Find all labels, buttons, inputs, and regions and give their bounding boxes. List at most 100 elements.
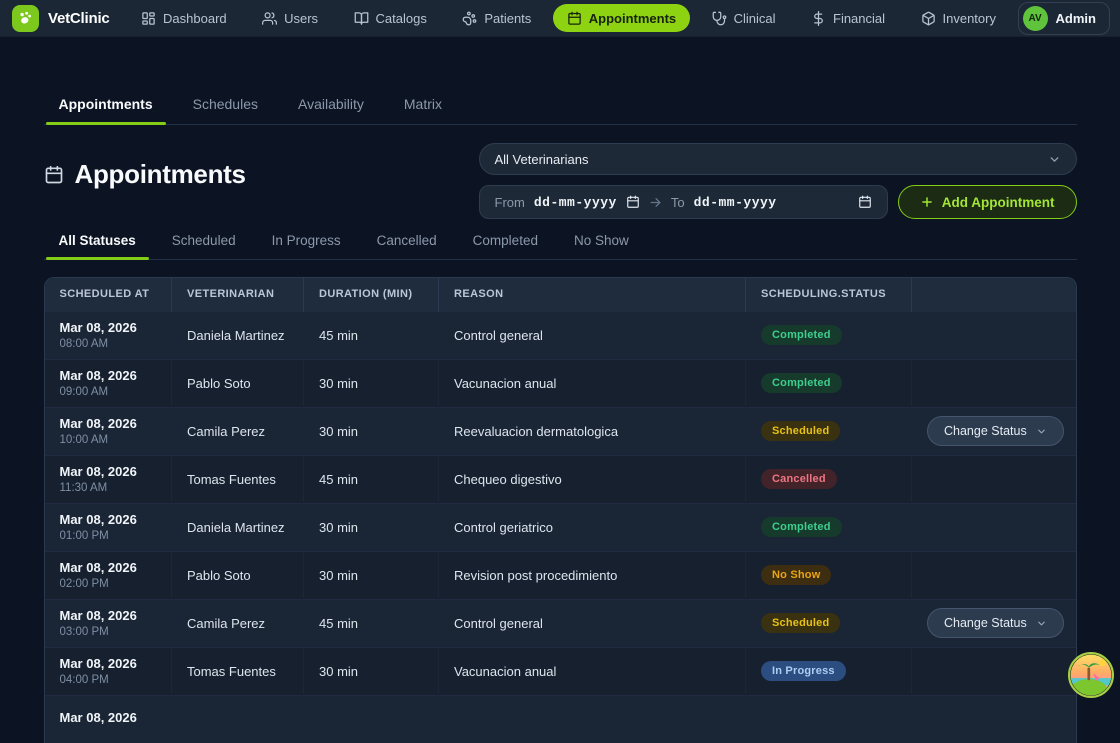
nav-item-label: Dashboard bbox=[163, 11, 227, 26]
status-cell: No Show bbox=[746, 551, 912, 599]
from-date-input[interactable]: dd-mm-yyyy bbox=[534, 195, 617, 210]
section-tab-label: Appointments bbox=[59, 96, 153, 112]
status-cell bbox=[746, 695, 912, 743]
nav-item[interactable]: Patients bbox=[448, 4, 545, 32]
page-title: Appointments bbox=[75, 159, 246, 190]
reason-cell: Control geriatrico bbox=[439, 503, 746, 551]
status-badge: Completed bbox=[761, 373, 842, 393]
table-row: Mar 08, 2026 04:00 PM Tomas Fuentes 30 m… bbox=[45, 647, 1076, 695]
to-label: To bbox=[671, 195, 685, 210]
reason-cell: Control general bbox=[439, 599, 746, 647]
change-status-button[interactable]: Change Status bbox=[927, 416, 1064, 446]
duration-cell: 45 min bbox=[304, 311, 439, 359]
status-badge: Completed bbox=[761, 517, 842, 537]
actions-cell: Change Status bbox=[912, 599, 1076, 647]
status-tab-label: All Statuses bbox=[59, 233, 136, 248]
table-row: Mar 08, 2026 03:00 PM Camila Perez 45 mi… bbox=[45, 599, 1076, 647]
column-header: SCHEDULED AT bbox=[45, 278, 172, 311]
actions-cell bbox=[912, 647, 1076, 695]
appointment-date: Mar 08, 2026 bbox=[60, 656, 157, 671]
to-date-picker-icon[interactable] bbox=[858, 195, 872, 209]
scheduled-at-cell: Mar 08, 2026 08:00 AM bbox=[45, 311, 172, 359]
appointment-time: 08:00 AM bbox=[60, 338, 157, 350]
status-tab[interactable]: Cancelled bbox=[362, 223, 452, 259]
nav-item[interactable]: Inventory bbox=[907, 4, 1010, 32]
section-tab[interactable]: Schedules bbox=[178, 85, 273, 124]
section-tab[interactable]: Availability bbox=[283, 85, 379, 124]
nav-item-icon bbox=[462, 11, 477, 26]
status-cell: In Progress bbox=[746, 647, 912, 695]
scheduled-at-cell: Mar 08, 2026 09:00 AM bbox=[45, 359, 172, 407]
reason-cell: Vacunacion anual bbox=[439, 359, 746, 407]
status-cell: Cancelled bbox=[746, 455, 912, 503]
tropical-island-icon bbox=[1068, 652, 1114, 698]
appointment-date: Mar 08, 2026 bbox=[60, 560, 157, 575]
scheduled-at-cell: Mar 08, 2026 04:00 PM bbox=[45, 647, 172, 695]
veterinarian-cell: Daniela Martinez bbox=[172, 503, 304, 551]
appointment-date: Mar 08, 2026 bbox=[60, 368, 157, 383]
actions-cell bbox=[912, 551, 1076, 599]
paw-icon bbox=[17, 10, 34, 27]
plus-icon bbox=[920, 195, 934, 209]
appointments-table: SCHEDULED ATVETERINARIANDURATION (MIN)RE… bbox=[44, 277, 1077, 743]
duration-cell: 30 min bbox=[304, 359, 439, 407]
duration-cell: 30 min bbox=[304, 407, 439, 455]
section-tabs: Appointments Schedules Availability Matr… bbox=[44, 85, 1077, 125]
title-wrap: Appointments bbox=[44, 159, 246, 190]
nav-item[interactable]: Users bbox=[248, 4, 332, 32]
nav-item-label: Catalogs bbox=[376, 11, 427, 26]
section-tab-label: Availability bbox=[298, 96, 364, 112]
user-menu[interactable]: AV Admin bbox=[1018, 2, 1110, 35]
to-date-input[interactable]: dd-mm-yyyy bbox=[694, 195, 777, 210]
scheduled-at-cell: Mar 08, 2026 03:00 PM bbox=[45, 599, 172, 647]
column-header bbox=[912, 278, 1076, 311]
status-tab[interactable]: In Progress bbox=[257, 223, 356, 259]
veterinarian-select[interactable]: All Veterinarians bbox=[479, 143, 1077, 175]
actions-cell bbox=[912, 503, 1076, 551]
top-navbar: VetClinic Dashboard Users Catalogs Patie… bbox=[0, 0, 1120, 37]
actions-cell bbox=[912, 695, 1076, 743]
status-tab[interactable]: Scheduled bbox=[157, 223, 251, 259]
add-appointment-button[interactable]: Add Appointment bbox=[898, 185, 1077, 219]
reason-cell: Revision post procedimiento bbox=[439, 551, 746, 599]
floating-orb-widget[interactable] bbox=[1068, 652, 1114, 698]
section-tab[interactable]: Appointments bbox=[44, 85, 168, 124]
nav-item-label: Clinical bbox=[734, 11, 776, 26]
veterinarian-cell: Tomas Fuentes bbox=[172, 647, 304, 695]
from-date-picker-icon[interactable] bbox=[626, 195, 640, 209]
status-tab[interactable]: All Statuses bbox=[44, 223, 151, 259]
change-status-label: Change Status bbox=[944, 424, 1027, 438]
status-badge: Cancelled bbox=[761, 469, 837, 489]
reason-cell: Chequeo digestivo bbox=[439, 455, 746, 503]
status-cell: Scheduled bbox=[746, 599, 912, 647]
nav-item[interactable]: Clinical bbox=[698, 4, 790, 32]
status-tab[interactable]: Completed bbox=[458, 223, 553, 259]
status-tab-label: Cancelled bbox=[377, 233, 437, 248]
scheduled-at-cell: Mar 08, 2026 01:00 PM bbox=[45, 503, 172, 551]
nav-item-icon bbox=[354, 11, 369, 26]
nav-item[interactable]: Financial bbox=[797, 4, 899, 32]
appointment-date: Mar 08, 2026 bbox=[60, 512, 157, 527]
duration-cell: 45 min bbox=[304, 599, 439, 647]
veterinarian-select-value: All Veterinarians bbox=[495, 152, 589, 167]
nav-item-icon bbox=[811, 11, 826, 26]
status-badge: In Progress bbox=[761, 661, 846, 681]
section-tab[interactable]: Matrix bbox=[389, 85, 457, 124]
nav-item[interactable]: Appointments bbox=[553, 4, 690, 32]
appointment-date: Mar 08, 2026 bbox=[60, 608, 157, 623]
table-row: Mar 08, 2026 08:00 AM Daniela Martinez 4… bbox=[45, 311, 1076, 359]
nav-item[interactable]: Dashboard bbox=[127, 4, 241, 32]
nav-item[interactable]: Catalogs bbox=[340, 4, 441, 32]
veterinarian-cell: Tomas Fuentes bbox=[172, 455, 304, 503]
controls-row: From dd-mm-yyyy To dd-mm-yyyy Add Appoin… bbox=[479, 185, 1077, 219]
chevron-down-icon bbox=[1048, 153, 1061, 166]
avatar: AV bbox=[1023, 6, 1048, 31]
nav-item-icon bbox=[921, 11, 936, 26]
change-status-button[interactable]: Change Status bbox=[927, 608, 1064, 638]
column-header: VETERINARIAN bbox=[172, 278, 304, 311]
column-header: DURATION (MIN) bbox=[304, 278, 439, 311]
status-cell: Completed bbox=[746, 503, 912, 551]
status-tab[interactable]: No Show bbox=[559, 223, 644, 259]
veterinarian-cell: Camila Perez bbox=[172, 599, 304, 647]
table-row: Mar 08, 2026 10:00 AM Camila Perez 30 mi… bbox=[45, 407, 1076, 455]
